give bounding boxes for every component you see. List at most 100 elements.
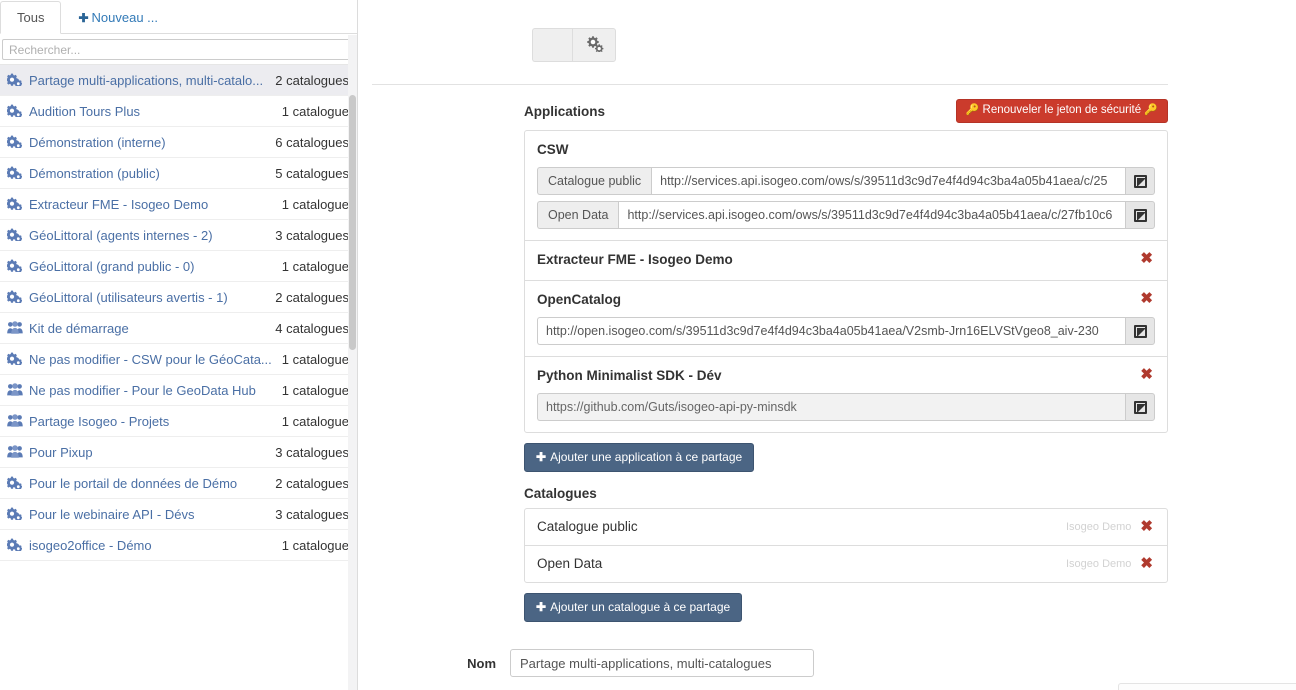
- nom-form-row: Nom: [372, 649, 1168, 677]
- share-item-label: Ne pas modifier - CSW pour le GéoCata...: [29, 351, 272, 367]
- remove-application-icon[interactable]: ✖: [1138, 251, 1155, 266]
- share-list-item[interactable]: Pour Pixup 3 catalogues: [0, 437, 357, 468]
- share-list-item[interactable]: Kit de démarrage 4 catalogues: [0, 313, 357, 344]
- open-external-icon: [1133, 208, 1147, 222]
- share-item-count: 3 catalogues: [275, 506, 349, 522]
- plus-icon: ✚: [78, 11, 89, 25]
- search-input[interactable]: [2, 39, 354, 60]
- open-external-icon: [1133, 174, 1147, 188]
- share-item-count: 4 catalogues: [275, 320, 349, 336]
- application-url-input[interactable]: [651, 167, 1125, 195]
- share-item-count: 5 catalogues: [275, 165, 349, 181]
- users-icon: [7, 383, 23, 397]
- sidebar-scrollbar-track[interactable]: [348, 35, 357, 690]
- search-container: [0, 34, 357, 64]
- gears-icon: [7, 166, 23, 180]
- application-name: Python Minimalist SDK - Dév: [537, 368, 722, 383]
- application-url-group: [537, 393, 1155, 421]
- catalogue-row: Catalogue public Isogeo Demo ✖: [525, 509, 1167, 546]
- application-url-group: Open Data: [537, 201, 1155, 229]
- add-catalogue-button[interactable]: ✚ Ajouter un catalogue à ce partage: [524, 593, 743, 622]
- open-url-button[interactable]: [1125, 393, 1155, 421]
- application-header: Python Minimalist SDK - Dév ✖: [537, 367, 1155, 385]
- share-item-count: 3 catalogues: [275, 227, 349, 243]
- tab-tous[interactable]: Tous: [0, 1, 62, 34]
- application-url-input[interactable]: [537, 317, 1125, 345]
- share-list-item[interactable]: Ne pas modifier - Pour le GeoData Hub 1 c…: [0, 375, 357, 406]
- application-block: Extracteur FME - Isogeo Demo ✖: [525, 241, 1167, 281]
- gears-icon: [7, 259, 23, 273]
- application-url-input[interactable]: [537, 393, 1125, 421]
- share-item-label: Pour Pixup: [29, 444, 93, 460]
- share-list-item[interactable]: Partage Isogeo - Projets 1 catalogue: [0, 406, 357, 437]
- open-url-button[interactable]: [1125, 167, 1155, 195]
- add-application-button[interactable]: ✚ Ajouter une application à ce partage: [524, 443, 755, 472]
- gears-icon: [585, 35, 604, 55]
- share-item-count: 2 catalogues: [275, 289, 349, 305]
- users-icon: [7, 321, 23, 335]
- nom-input[interactable]: [510, 649, 814, 677]
- share-list-item[interactable]: Pour le webinaire API - Dévs 3 catalogues: [0, 499, 357, 530]
- shares-sidebar: Tous ✚Nouveau ... Partage multi-applicat…: [0, 0, 358, 690]
- sidebar-tabbar: Tous ✚ Nouveau ...: [0, 0, 357, 34]
- open-external-icon: [1133, 400, 1147, 414]
- application-url-input[interactable]: [618, 201, 1125, 229]
- remove-catalogue-icon[interactable]: ✖: [1138, 556, 1155, 571]
- share-item-label: isogeo2office - Démo: [29, 537, 152, 553]
- blank-button[interactable]: [532, 28, 572, 62]
- catalogue-row: Open Data Isogeo Demo ✖: [525, 546, 1167, 582]
- share-item-label: Démonstration (interne): [29, 134, 166, 150]
- share-item-count: 2 catalogues: [275, 475, 349, 491]
- share-list-item[interactable]: GéoLittoral (utilisateurs avertis - 1) 2 …: [0, 282, 357, 313]
- gears-icon: [7, 476, 23, 490]
- catalogue-owner: Isogeo Demo: [1065, 520, 1132, 533]
- share-list-item[interactable]: Extracteur FME - Isogeo Demo 1 catalogue: [0, 189, 357, 220]
- renew-security-token-button[interactable]: 🔑 Renouveler le jeton de sécurité 🔑: [955, 99, 1168, 123]
- shares-list[interactable]: Partage multi-applications, multi-catalo…: [0, 64, 357, 690]
- open-url-button[interactable]: [1125, 317, 1155, 345]
- share-list-item[interactable]: Pour le portail de données de Démo 2 cata…: [0, 468, 357, 499]
- share-list-item[interactable]: Ne pas modifier - CSW pour le GéoCata...…: [0, 344, 357, 375]
- gears-icon: [7, 104, 23, 118]
- catalogue-row-right: Isogeo Demo ✖: [1066, 556, 1155, 571]
- key-icon-right: 🔑: [1144, 104, 1158, 116]
- catalogues-panel: Catalogue public Isogeo Demo ✖ Open Data Iso…: [524, 508, 1168, 583]
- remove-application-icon[interactable]: ✖: [1138, 367, 1155, 382]
- applications-panel: CSW Catalogue public Open Data Extracteur F…: [524, 130, 1168, 433]
- share-list-item[interactable]: GéoLittoral (agents internes - 2) 3 catal…: [0, 220, 357, 251]
- application-header: Extracteur FME - Isogeo Demo ✖: [537, 251, 1155, 269]
- next-form-field-partial[interactable]: [1118, 683, 1296, 690]
- gears-icon: [7, 135, 23, 149]
- remove-catalogue-icon[interactable]: ✖: [1138, 519, 1155, 534]
- key-icon-left: 🔑: [965, 104, 980, 116]
- tab-tous-label: Tous: [17, 10, 45, 25]
- share-list-item[interactable]: isogeo2office - Démo 1 catalogue: [0, 530, 357, 561]
- share-item-label: Ne pas modifier - Pour le GeoData Hub: [29, 382, 256, 398]
- share-list-item[interactable]: Démonstration (interne) 6 catalogues: [0, 127, 357, 158]
- application-block: OpenCatalog ✖: [525, 281, 1167, 357]
- remove-application-icon[interactable]: ✖: [1138, 291, 1155, 306]
- open-url-button[interactable]: [1125, 201, 1155, 229]
- tab-nouveau[interactable]: ✚ Nouveau ...: [61, 1, 175, 33]
- top-toolbar: [358, 0, 1296, 65]
- share-item-label: GéoLittoral (utilisateurs avertis - 1): [29, 289, 228, 305]
- share-list-item[interactable]: Partage multi-applications, multi-catalo…: [0, 65, 357, 96]
- gears-icon: [7, 538, 23, 552]
- share-item-count: 2 catalogues: [275, 72, 349, 88]
- catalogue-owner: Isogeo Demo: [1065, 557, 1132, 570]
- gears-icon: [7, 228, 23, 242]
- share-list-item[interactable]: Audition Tours Plus 1 catalogue: [0, 96, 357, 127]
- applications-title: Applications: [524, 103, 606, 119]
- applications-header: Applications 🔑 Renouveler le jeton de sé…: [524, 99, 1168, 123]
- share-item-count: 1 catalogue: [281, 537, 349, 553]
- settings-button[interactable]: [572, 28, 616, 62]
- application-name: OpenCatalog: [537, 292, 622, 307]
- nom-label: Nom: [467, 655, 496, 671]
- share-item-count: 1 catalogue: [281, 382, 349, 398]
- plus-icon: ✚: [536, 450, 547, 464]
- share-list-item[interactable]: GéoLittoral (grand public - 0) 1 catalogu…: [0, 251, 357, 282]
- share-list-item[interactable]: Démonstration (public) 5 catalogues: [0, 158, 357, 189]
- sidebar-scrollbar-thumb[interactable]: [349, 95, 356, 350]
- share-item-label: Extracteur FME - Isogeo Demo: [29, 196, 209, 212]
- application-header: OpenCatalog ✖: [537, 291, 1155, 309]
